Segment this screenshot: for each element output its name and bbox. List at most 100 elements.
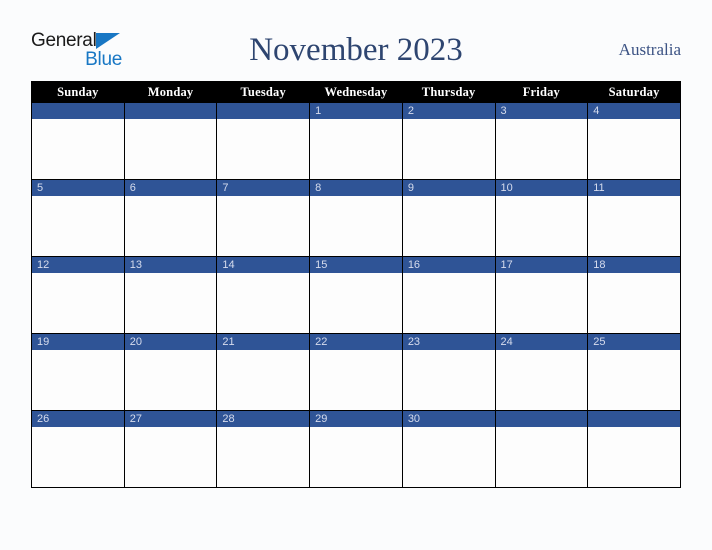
day-number: 20 (124, 334, 217, 350)
day-notes-area[interactable] (32, 350, 124, 410)
calendar-day-cell[interactable]: 24 (494, 333, 589, 411)
calendar-day-cell[interactable]: 25 (587, 333, 681, 411)
calendar-grid: Sunday Monday Tuesday Wednesday Thursday… (31, 81, 681, 488)
calendar-day-cell[interactable]: 17 (494, 256, 589, 334)
calendar-day-cell[interactable]: 11 (587, 179, 681, 257)
day-notes-area[interactable] (217, 273, 310, 333)
calendar-day-cell[interactable]: 23 (401, 333, 496, 411)
day-notes-area[interactable] (588, 427, 680, 487)
day-notes-area[interactable] (495, 119, 588, 179)
calendar-day-cell[interactable] (123, 102, 218, 180)
calendar-week-row: 26 27 28 29 30 (31, 410, 681, 488)
day-number: 21 (217, 334, 310, 350)
day-notes-area[interactable] (124, 427, 217, 487)
day-notes-area[interactable] (402, 196, 495, 256)
weekday-header-monday: Monday (123, 81, 218, 103)
day-number (32, 103, 124, 119)
calendar-day-cell[interactable] (31, 102, 125, 180)
calendar-day-cell[interactable]: 2 (401, 102, 496, 180)
calendar-day-cell[interactable]: 19 (31, 333, 125, 411)
day-notes-area[interactable] (402, 427, 495, 487)
calendar-day-cell[interactable]: 15 (309, 256, 403, 334)
day-notes-area[interactable] (402, 273, 495, 333)
weekday-header-saturday: Saturday (587, 81, 681, 103)
day-notes-area[interactable] (32, 196, 124, 256)
day-notes-area[interactable] (124, 196, 217, 256)
day-notes-area[interactable] (310, 427, 402, 487)
calendar-day-cell[interactable]: 27 (123, 410, 218, 488)
day-notes-area[interactable] (124, 119, 217, 179)
day-notes-area[interactable] (588, 350, 680, 410)
day-number: 29 (310, 411, 402, 427)
day-number: 9 (402, 180, 495, 196)
day-number: 10 (495, 180, 588, 196)
day-number: 11 (588, 180, 680, 196)
calendar-day-cell[interactable] (216, 102, 311, 180)
calendar-day-cell[interactable]: 28 (216, 410, 311, 488)
day-notes-area[interactable] (217, 196, 310, 256)
day-number: 19 (32, 334, 124, 350)
calendar-day-cell[interactable]: 3 (494, 102, 589, 180)
calendar-day-cell[interactable]: 29 (309, 410, 403, 488)
day-number: 30 (402, 411, 495, 427)
calendar-day-cell[interactable]: 9 (401, 179, 496, 257)
day-notes-area[interactable] (310, 350, 402, 410)
day-notes-area[interactable] (32, 273, 124, 333)
calendar-day-cell[interactable]: 26 (31, 410, 125, 488)
calendar-day-cell[interactable]: 30 (401, 410, 496, 488)
page-title: November 2023 (249, 32, 463, 68)
day-number: 26 (32, 411, 124, 427)
calendar-day-cell[interactable]: 5 (31, 179, 125, 257)
calendar-day-cell[interactable]: 8 (309, 179, 403, 257)
day-notes-area[interactable] (217, 350, 310, 410)
weekday-header-thursday: Thursday (401, 81, 496, 103)
day-notes-area[interactable] (124, 273, 217, 333)
calendar-day-cell[interactable]: 10 (494, 179, 589, 257)
day-number: 15 (310, 257, 402, 273)
day-number: 5 (32, 180, 124, 196)
day-notes-area[interactable] (124, 350, 217, 410)
calendar-day-cell[interactable]: 21 (216, 333, 311, 411)
day-notes-area[interactable] (588, 273, 680, 333)
day-notes-area[interactable] (402, 350, 495, 410)
day-number: 28 (217, 411, 310, 427)
day-notes-area[interactable] (310, 196, 402, 256)
calendar-week-row: 19 20 21 22 23 24 25 (31, 333, 681, 411)
day-number: 3 (495, 103, 588, 119)
day-notes-area[interactable] (588, 119, 680, 179)
calendar-day-cell[interactable] (494, 410, 589, 488)
calendar-day-cell[interactable]: 6 (123, 179, 218, 257)
calendar-day-cell[interactable]: 14 (216, 256, 311, 334)
day-notes-area[interactable] (310, 119, 402, 179)
day-notes-area[interactable] (495, 196, 588, 256)
calendar-day-cell[interactable]: 1 (309, 102, 403, 180)
day-notes-area[interactable] (32, 427, 124, 487)
calendar-day-cell[interactable]: 4 (587, 102, 681, 180)
calendar-day-cell[interactable] (587, 410, 681, 488)
day-notes-area[interactable] (495, 427, 588, 487)
calendar-day-cell[interactable]: 22 (309, 333, 403, 411)
day-number: 13 (124, 257, 217, 273)
day-notes-area[interactable] (217, 119, 310, 179)
calendar-day-cell[interactable]: 16 (401, 256, 496, 334)
calendar-day-cell[interactable]: 18 (587, 256, 681, 334)
calendar-day-cell[interactable]: 12 (31, 256, 125, 334)
day-notes-area[interactable] (495, 273, 588, 333)
calendar-day-cell[interactable]: 13 (123, 256, 218, 334)
calendar-week-row: 12 13 14 15 16 17 18 (31, 256, 681, 334)
day-notes-area[interactable] (588, 196, 680, 256)
day-notes-area[interactable] (402, 119, 495, 179)
weekday-header-tuesday: Tuesday (216, 81, 311, 103)
day-notes-area[interactable] (217, 427, 310, 487)
day-number: 4 (588, 103, 680, 119)
day-number: 12 (32, 257, 124, 273)
day-notes-area[interactable] (32, 119, 124, 179)
calendar-day-cell[interactable]: 7 (216, 179, 311, 257)
day-number (588, 411, 680, 427)
day-number: 1 (310, 103, 402, 119)
day-notes-area[interactable] (310, 273, 402, 333)
day-number: 24 (495, 334, 588, 350)
region-label: Australia (618, 40, 681, 59)
day-notes-area[interactable] (495, 350, 588, 410)
calendar-day-cell[interactable]: 20 (123, 333, 218, 411)
